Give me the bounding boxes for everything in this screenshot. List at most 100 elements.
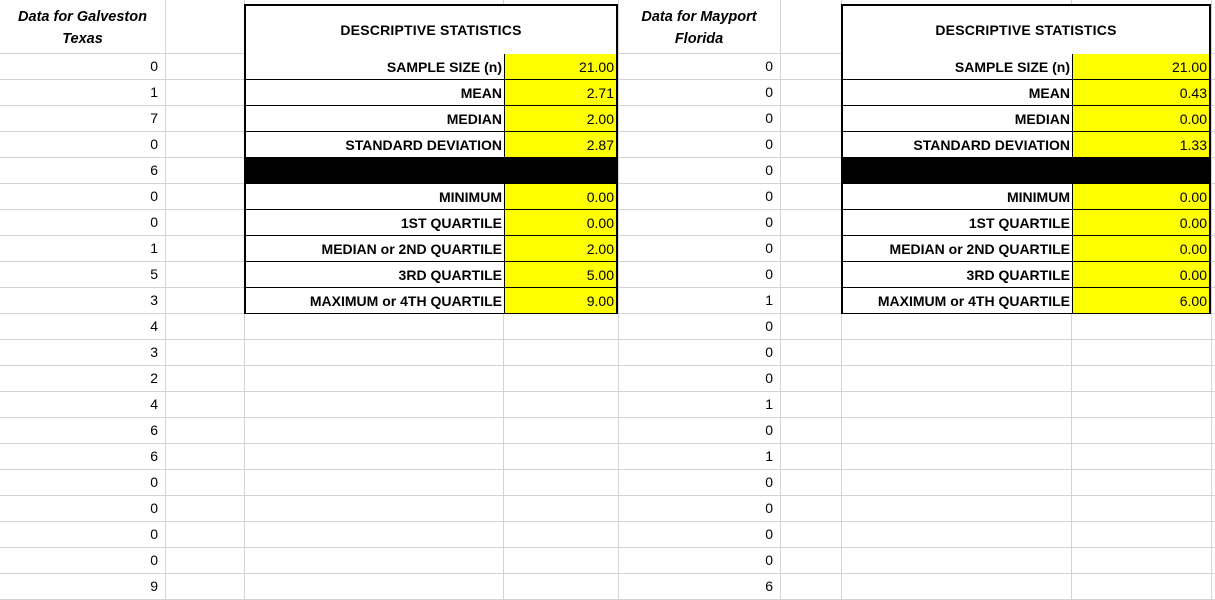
separator-bar [246,158,616,184]
data-cell[interactable]: 0 [618,106,780,132]
stats-value[interactable]: 0.00 [1073,210,1209,236]
stats-row: MINIMUM 0.00 [246,184,616,210]
data-cell[interactable]: 0 [618,54,780,80]
gridline-horizontal [0,365,1215,366]
data-cell[interactable]: 0 [618,80,780,106]
data-cell[interactable]: 5 [0,262,165,288]
data-cell[interactable]: 0 [0,184,165,210]
stats-value[interactable]: 0.00 [1073,262,1209,288]
gridline-horizontal [0,547,1215,548]
stats-label[interactable]: MEDIAN or 2ND QUARTILE [246,236,505,262]
stats-value[interactable]: 5.00 [505,262,616,288]
data-cell[interactable]: 0 [618,548,780,574]
stats-label[interactable]: 1ST QUARTILE [246,210,505,236]
stats-value[interactable]: 9.00 [505,288,616,314]
data-cell[interactable]: 0 [0,210,165,236]
stats-row: MEDIAN 2.00 [246,106,616,132]
data-cell[interactable]: 9 [0,574,165,600]
stats-label[interactable]: 1ST QUARTILE [843,210,1073,236]
data-cell[interactable]: 0 [618,184,780,210]
data-cell[interactable]: 2 [0,366,165,392]
stats-label[interactable]: MEDIAN [246,106,505,132]
data-cell[interactable]: 0 [618,340,780,366]
stats-label[interactable]: MINIMUM [843,184,1073,210]
data-cell[interactable]: 1 [618,392,780,418]
stats-row: STANDARD DEVIATION 1.33 [843,132,1209,158]
stats-label[interactable]: STANDARD DEVIATION [246,132,505,158]
data-cell[interactable]: 1 [0,236,165,262]
mayport-header[interactable]: Data for Mayport Florida [618,6,780,50]
data-cell[interactable]: 0 [0,132,165,158]
data-cell[interactable]: 4 [0,392,165,418]
data-cell[interactable]: 0 [618,132,780,158]
stats-value[interactable]: 2.71 [505,80,616,106]
stats-value[interactable]: 2.87 [505,132,616,158]
data-cell[interactable]: 0 [0,522,165,548]
gridline-horizontal [0,443,1215,444]
stats-title[interactable]: DESCRIPTIVE STATISTICS [246,6,616,55]
stats-label[interactable]: SAMPLE SIZE (n) [843,54,1073,80]
data-cell[interactable]: 4 [0,314,165,340]
stats-label[interactable]: MEDIAN [843,106,1073,132]
gridline-horizontal [0,521,1215,522]
data-cell[interactable]: 0 [618,158,780,184]
gridline-horizontal [0,495,1215,496]
stats-label[interactable]: MEDIAN or 2ND QUARTILE [843,236,1073,262]
stats-value[interactable]: 1.33 [1073,132,1209,158]
stats-value[interactable]: 2.00 [505,106,616,132]
stats-value[interactable]: 6.00 [1073,288,1209,314]
data-cell[interactable]: 6 [0,418,165,444]
stats-label[interactable]: 3RD QUARTILE [246,262,505,288]
galveston-header-line2: Texas [62,31,103,47]
gridline-horizontal [0,417,1215,418]
data-cell[interactable]: 6 [0,444,165,470]
data-cell[interactable]: 0 [0,548,165,574]
gridline-vertical [1211,0,1212,600]
stats-value[interactable]: 0.43 [1073,80,1209,106]
stats-row: SAMPLE SIZE (n) 21.00 [246,54,616,80]
data-cell[interactable]: 0 [618,210,780,236]
stats-title[interactable]: DESCRIPTIVE STATISTICS [843,6,1209,55]
stats-label[interactable]: 3RD QUARTILE [843,262,1073,288]
data-cell[interactable]: 0 [0,496,165,522]
data-cell[interactable]: 1 [618,444,780,470]
data-cell[interactable]: 7 [0,106,165,132]
data-cell[interactable]: 0 [618,366,780,392]
stats-value[interactable]: 0.00 [505,210,616,236]
stats-label[interactable]: SAMPLE SIZE (n) [246,54,505,80]
data-cell[interactable]: 0 [0,54,165,80]
data-cell[interactable]: 1 [618,288,780,314]
data-cell[interactable]: 0 [618,236,780,262]
stats-value[interactable]: 21.00 [505,54,616,80]
stats-row: MEDIAN or 2ND QUARTILE 2.00 [246,236,616,262]
data-cell[interactable]: 3 [0,288,165,314]
galveston-header[interactable]: Data for Galveston Texas [0,6,165,50]
mayport-header-line1: Data for Mayport [641,9,757,25]
data-cell[interactable]: 0 [0,470,165,496]
stats-label[interactable]: MAXIMUM or 4TH QUARTILE [246,288,505,314]
stats-value[interactable]: 21.00 [1073,54,1209,80]
stats-value[interactable]: 0.00 [1073,184,1209,210]
data-cell[interactable]: 1 [0,80,165,106]
stats-value[interactable]: 0.00 [1073,236,1209,262]
stats-label[interactable]: MEAN [843,80,1073,106]
data-cell[interactable]: 0 [618,496,780,522]
galveston-header-line1: Data for Galveston [18,9,147,25]
stats-label[interactable]: STANDARD DEVIATION [843,132,1073,158]
data-cell[interactable]: 0 [618,522,780,548]
data-cell[interactable]: 0 [618,470,780,496]
stats-label[interactable]: MEAN [246,80,505,106]
data-cell[interactable]: 6 [0,158,165,184]
data-cell[interactable]: 6 [618,574,780,600]
stats-value[interactable]: 0.00 [505,184,616,210]
stats-row: MEDIAN or 2ND QUARTILE 0.00 [843,236,1209,262]
stats-value[interactable]: 0.00 [1073,106,1209,132]
data-cell[interactable]: 0 [618,314,780,340]
descriptive-statistics-table-galveston: DESCRIPTIVE STATISTICS SAMPLE SIZE (n) 21… [244,4,618,314]
stats-label[interactable]: MINIMUM [246,184,505,210]
stats-label[interactable]: MAXIMUM or 4TH QUARTILE [843,288,1073,314]
data-cell[interactable]: 3 [0,340,165,366]
data-cell[interactable]: 0 [618,418,780,444]
stats-value[interactable]: 2.00 [505,236,616,262]
data-cell[interactable]: 0 [618,262,780,288]
